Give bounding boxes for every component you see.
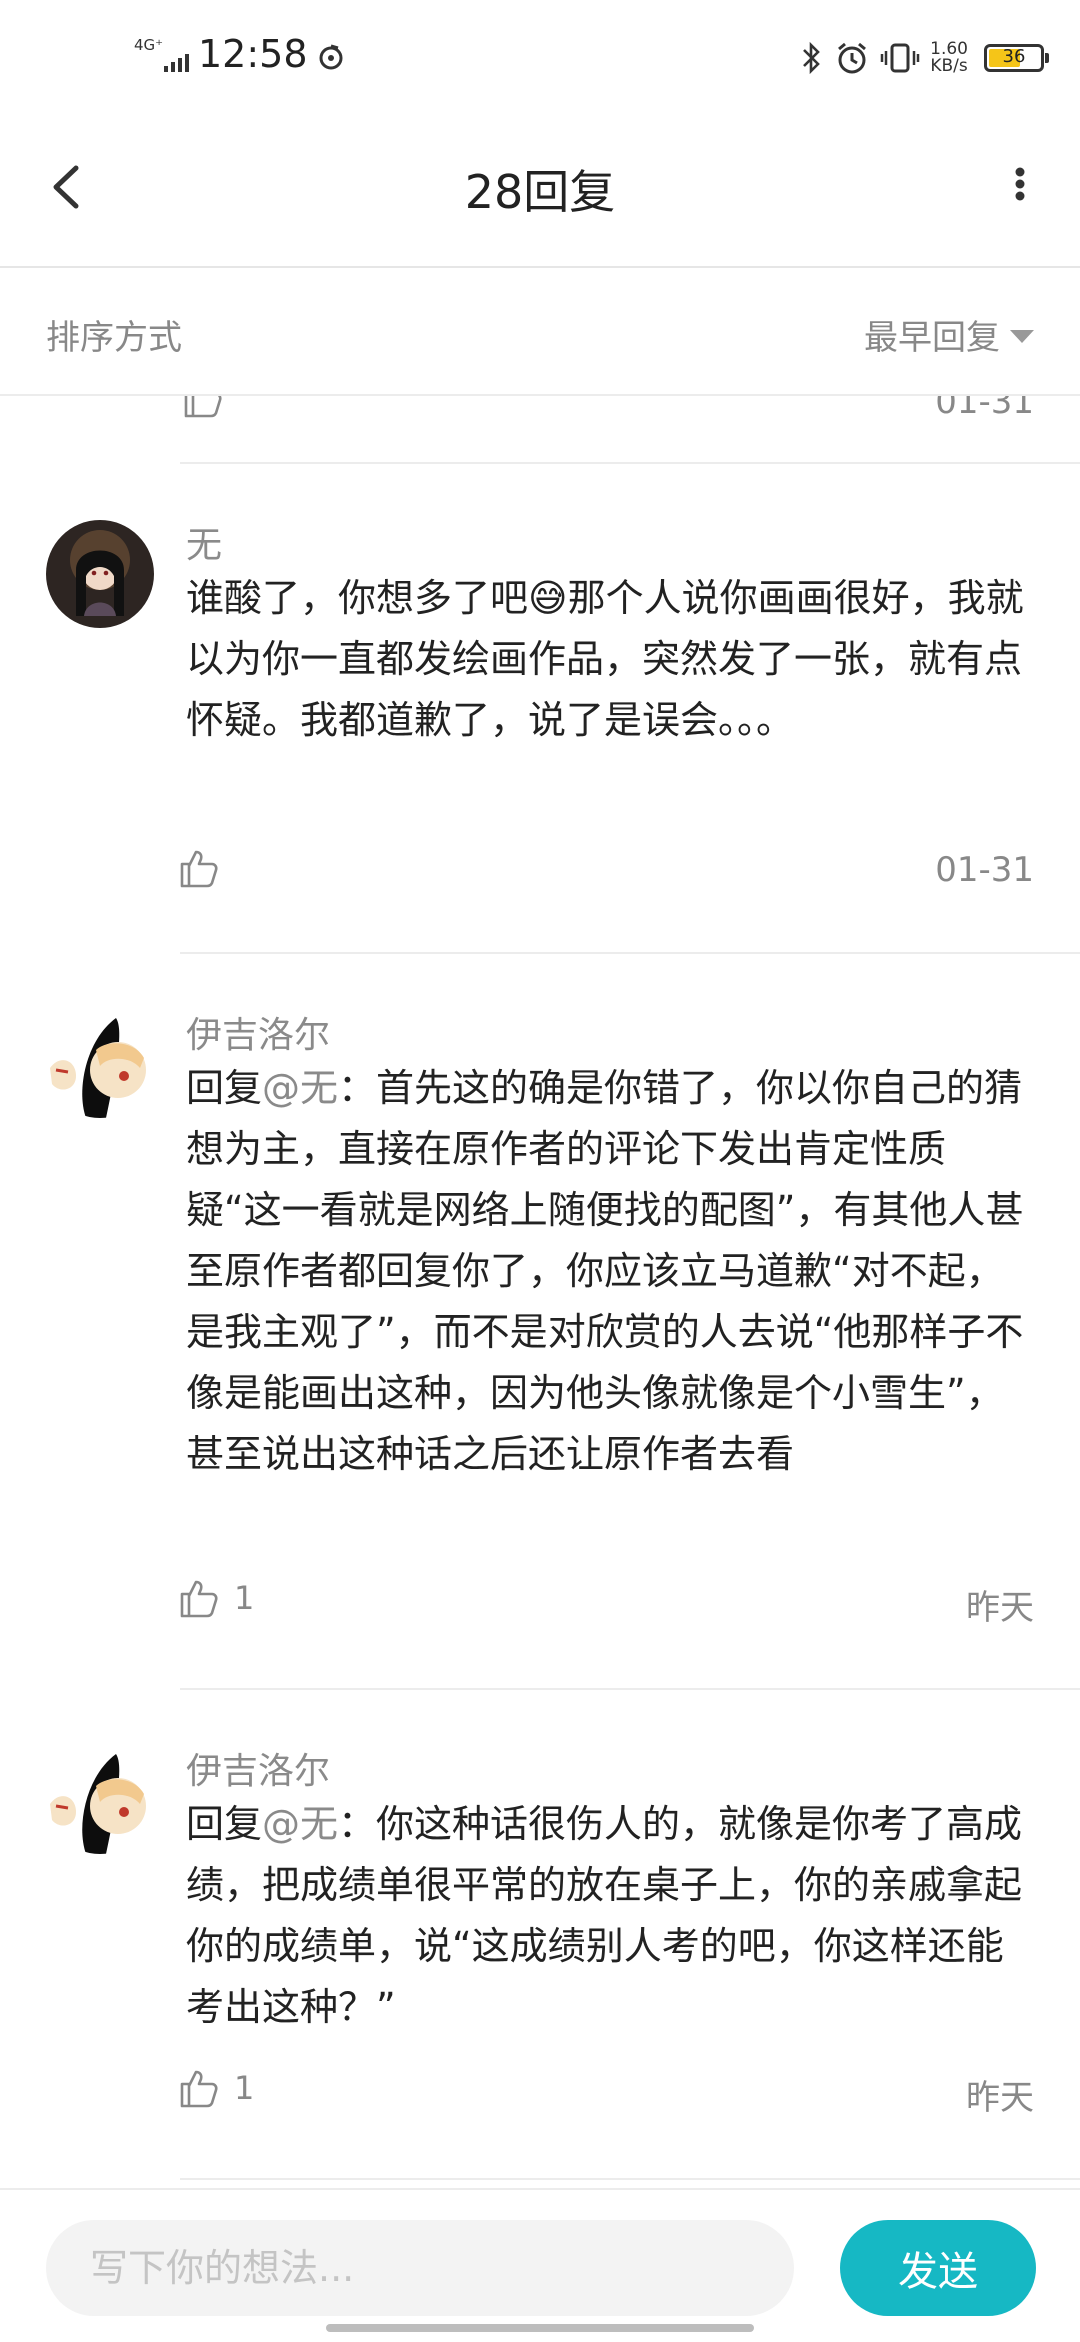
comment-date: 01-31 [935,396,1034,422]
like-count: 1 [234,2069,255,2107]
reply-prefix: 回复 [186,1802,263,1846]
comment-item: 伊吉洛尔 回复@无：你这种话很伤人的，就像是你考了高成绩，把成绩单很平常的放在桌… [0,1690,1080,2180]
send-button[interactable]: 发送 [840,2220,1036,2316]
sort-label: 排序方式 [46,318,182,358]
sync-icon [319,44,343,70]
mention-link[interactable]: @无 [262,1066,338,1110]
top-app-bar: 28回复 [0,120,1080,268]
avatar-image [46,1010,154,1118]
comment-username[interactable]: 伊吉洛尔 [186,1742,330,1794]
page-title: 28回复 [464,165,616,219]
comment-text: 回复@无：你这种话很伤人的，就像是你考了高成绩，把成绩单很平常的放在桌子上，你的… [186,1794,1032,2038]
list-item: 01-31 [0,396,1080,460]
comment-date: 01-31 [935,850,1034,890]
dropdown-arrow-icon [1010,330,1034,343]
reply-prefix: 回复 [186,1066,263,1110]
comment-date: 昨天 [966,2078,1034,2118]
battery-icon: 36 [984,44,1049,72]
comment-item: 伊吉洛尔 回复@无：首先这的确是你错了，你以你自己的猜想为主，直接在原作者的评论… [0,954,1080,1688]
comment-body: ：首先这的确是你错了，你以你自己的猜想为主，直接在原作者的评论下发出肯定性质疑“… [186,1066,1024,1476]
reply-list[interactable]: 01-31 无 谁酸了，你想多了吧😅那个人说你画画很好，我就以为你一直都发绘画作… [0,396,1080,2186]
sort-dropdown[interactable]: 最早回复 [864,310,1034,359]
like-count: 1 [234,1579,255,1617]
bluetooth-icon [803,41,820,75]
thumbs-up-icon [180,2070,218,2108]
comment-text: 谁酸了，你想多了吧😅那个人说你画画很好，我就以为你一直都发绘画作品，突然发了一张… [186,576,1024,742]
avatar-image [46,1746,154,1854]
signal-icon [164,54,189,72]
sort-bar: 排序方式 最早回复 [0,268,1080,396]
avatar[interactable] [46,1746,154,1854]
sort-selected-value: 最早回复 [864,318,1000,358]
clock: 12:58 [198,32,308,76]
more-options-icon[interactable] [1000,160,1040,220]
like-button[interactable] [176,846,234,890]
mention-link[interactable]: @无 [262,1802,338,1846]
avatar-image [46,520,154,628]
status-bar: 4G⁺ 12:58 1.60 KB/s 36 [0,0,1080,120]
status-icons: 1.60 KB/s 36 [798,36,1049,80]
speed-unit: KB/s [930,56,968,76]
thumbs-up-icon [180,1580,218,1618]
reply-composer: 发送 [0,2188,1080,2342]
like-button[interactable]: 1 [176,2066,254,2110]
network-type: 4G⁺ [134,36,164,54]
avatar[interactable] [46,520,154,628]
comment-item: 无 谁酸了，你想多了吧😅那个人说你画画很好，我就以为你一直都发绘画作品，突然发了… [0,464,1080,954]
comment-text: 回复@无：首先这的确是你错了，你以你自己的猜想为主，直接在原作者的评论下发出肯定… [186,1058,1032,1485]
alarm-icon [838,42,867,74]
thumbs-up-icon [180,850,218,888]
network-speed: 1.60 KB/s [930,41,968,75]
divider [180,2178,1080,2180]
reply-input[interactable] [46,2220,794,2316]
comment-date: 昨天 [966,1588,1034,1628]
battery-level: 36 [1002,46,1026,67]
avatar[interactable] [46,1010,154,1118]
comment-username[interactable]: 伊吉洛尔 [186,1006,330,1058]
home-indicator[interactable] [326,2324,754,2332]
comment-username[interactable]: 无 [186,516,222,568]
like-button[interactable]: 1 [176,1576,254,1620]
vibrate-icon [880,43,920,73]
thumbs-up-icon[interactable] [180,396,224,420]
